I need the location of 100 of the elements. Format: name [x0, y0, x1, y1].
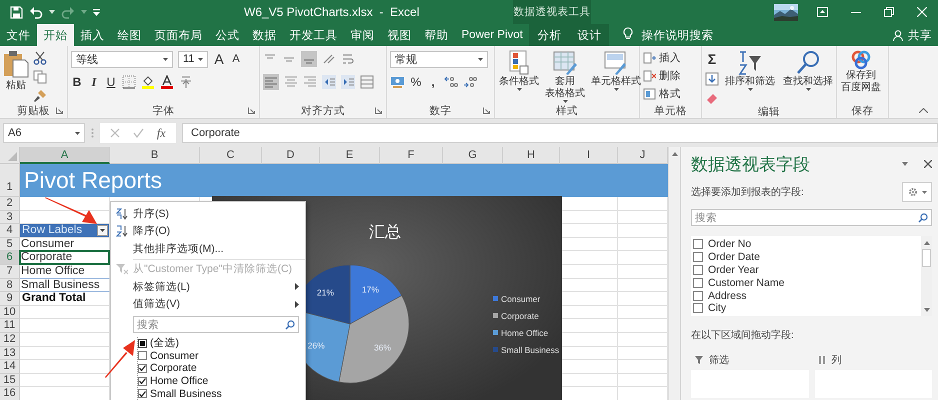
font-color-icon[interactable] [160, 75, 174, 89]
row-header[interactable]: 2 [0, 197, 20, 211]
italic-button[interactable]: I [88, 74, 100, 90]
collapse-ribbon-icon[interactable] [919, 108, 928, 113]
customize-icon[interactable] [93, 8, 100, 16]
row-header[interactable]: 10 [0, 306, 20, 320]
fill-down-icon[interactable] [705, 72, 719, 86]
align-right-icon[interactable] [303, 75, 317, 89]
checkbox[interactable] [693, 290, 703, 301]
fill-color-icon[interactable] [141, 75, 155, 89]
increase-font-size-button[interactable]: A [213, 51, 225, 67]
scroll-down-icon[interactable] [924, 308, 930, 312]
caret-icon[interactable] [81, 10, 87, 14]
row-header[interactable]: 16 [0, 387, 20, 400]
ribbon-tab[interactable]: 绘图 [111, 24, 148, 46]
increase-indent-icon[interactable] [341, 75, 355, 89]
copy-icon[interactable] [33, 70, 47, 84]
phonetic-guide-icon[interactable] [179, 75, 193, 89]
insert-function-button[interactable]: fx [156, 126, 166, 140]
cells-button[interactable]: 格式 [643, 85, 681, 102]
tell-me-search[interactable]: 操作说明搜索 [641, 28, 714, 42]
scroll-up-icon[interactable] [672, 152, 678, 156]
bold-button[interactable]: B [71, 74, 83, 90]
scrollbar[interactable] [668, 147, 680, 400]
column-header[interactable]: J [618, 147, 668, 164]
checkbox[interactable] [693, 264, 703, 275]
autosum-button[interactable]: Σ [705, 51, 719, 67]
merge-cells-icon[interactable] [360, 75, 374, 89]
checkbox[interactable] [138, 351, 147, 360]
menu-item[interactable]: 其他排序选项(M)... [111, 240, 305, 258]
menu-item[interactable]: 升序(S) [111, 205, 305, 222]
save-icon[interactable] [10, 6, 23, 18]
checkbox[interactable] [693, 303, 703, 314]
checkbox[interactable] [693, 252, 703, 262]
column-header[interactable]: C [200, 147, 262, 164]
tools-button[interactable] [902, 182, 932, 202]
paste-button[interactable]: 粘贴 [3, 50, 29, 92]
cells-button[interactable]: 删除 [643, 67, 681, 84]
menu-item[interactable]: 降序(O) [111, 222, 305, 240]
scissors-icon[interactable] [33, 51, 47, 65]
ribbon-tab[interactable]: 审阅 [344, 24, 381, 46]
name-box[interactable]: A6 [3, 123, 85, 143]
dialog-launcher-icon[interactable] [375, 107, 382, 114]
paintbrush-icon[interactable] [33, 89, 47, 103]
column-header[interactable]: I [560, 147, 618, 164]
row-header[interactable]: 1 [0, 164, 20, 197]
grip-icon[interactable] [91, 128, 94, 138]
checkbox[interactable] [138, 376, 147, 386]
percent-style-button[interactable]: % [410, 74, 422, 90]
row-header[interactable]: 14 [0, 360, 20, 374]
checkbox[interactable] [693, 239, 703, 250]
row-header[interactable]: 11 [0, 319, 20, 333]
ribbon-tab[interactable]: 开始 [37, 24, 74, 46]
editing-button[interactable]: 查找和选择 [781, 50, 835, 91]
editing-button[interactable]: 排序和筛选 [723, 50, 777, 91]
menu-item[interactable]: 值筛选(V) [111, 296, 305, 313]
cells-button[interactable]: 插入 [643, 49, 681, 66]
menu-item[interactable]: 标签筛选(L) [111, 278, 305, 296]
dialog-launcher-icon[interactable] [56, 107, 63, 114]
column-header[interactable]: E [320, 147, 380, 164]
row-header[interactable]: 12 [0, 332, 20, 347]
row-header[interactable]: 6 [0, 251, 20, 265]
column-header[interactable]: B [110, 147, 200, 164]
row-header[interactable]: 4 [0, 224, 20, 238]
search-field[interactable]: 搜索 [691, 209, 932, 226]
checkbox[interactable] [138, 364, 147, 373]
underline-button[interactable]: U [105, 74, 117, 90]
ribbon-tab[interactable]: 视图 [381, 24, 418, 46]
row-header[interactable]: 9 [0, 292, 20, 306]
formula-field[interactable]: Corporate [182, 123, 938, 143]
text-orientation-icon[interactable] [322, 52, 336, 66]
column-header[interactable]: G [443, 147, 503, 164]
checkmark-icon[interactable] [133, 128, 144, 138]
row-header[interactable]: 8 [0, 278, 20, 292]
ribbon-tab[interactable]: 插入 [74, 24, 111, 46]
wrap-text-icon[interactable] [341, 52, 355, 66]
decrease-decimal-icon[interactable] [463, 75, 477, 89]
row-header[interactable]: 3 [0, 210, 20, 224]
redo-icon[interactable] [61, 6, 75, 18]
font-name-field[interactable]: 等线 [71, 50, 173, 68]
close-icon[interactable] [924, 160, 932, 168]
comma-style-button[interactable]: , [427, 74, 439, 90]
undo-icon[interactable] [29, 6, 43, 18]
ribbon-tab[interactable]: 帮助 [418, 24, 455, 46]
align-left-icon[interactable] [263, 74, 279, 90]
lightbulb-icon[interactable] [623, 26, 634, 40]
decrease-indent-icon[interactable] [322, 75, 336, 89]
row-header[interactable]: 7 [0, 264, 20, 279]
share-button[interactable]: 共享 [889, 24, 938, 46]
column-header[interactable]: A [20, 147, 110, 164]
ribbon-tab[interactable]: Power Pivot [455, 24, 530, 46]
row-header[interactable]: 15 [0, 374, 20, 388]
decrease-font-size-button[interactable]: A [230, 51, 242, 67]
column-header[interactable]: D [262, 147, 320, 164]
caret-icon[interactable] [49, 10, 55, 14]
align-center-icon[interactable] [284, 75, 298, 89]
row-header[interactable]: 13 [0, 346, 20, 360]
style-button[interactable]: 单元格样式 [590, 50, 642, 91]
align-bottom-icon[interactable] [301, 51, 317, 67]
style-button[interactable]: 套用 表格格式 [544, 50, 586, 103]
